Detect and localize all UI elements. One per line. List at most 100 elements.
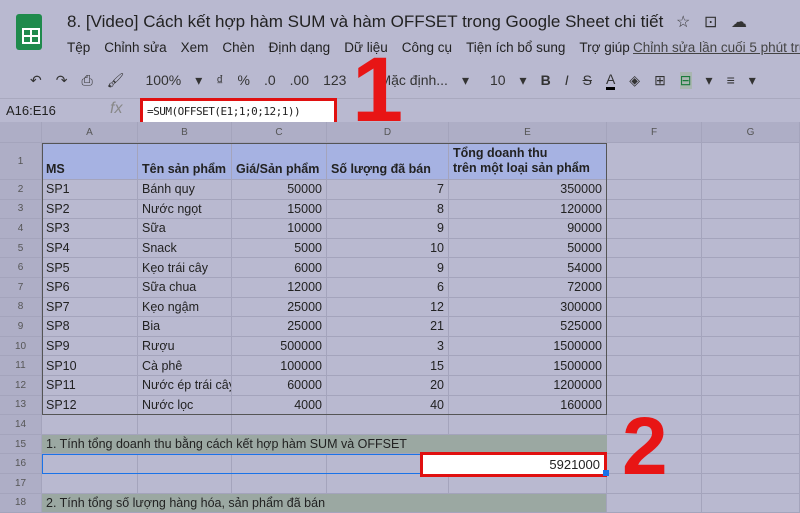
merge-cells-icon[interactable]: ⊟ xyxy=(679,71,692,89)
data-cell[interactable]: 54000 xyxy=(449,258,607,278)
cell[interactable] xyxy=(702,415,800,435)
cell[interactable] xyxy=(702,395,800,416)
result-cell[interactable]: 5921000 xyxy=(420,452,607,477)
cell[interactable] xyxy=(702,278,800,298)
column-header[interactable]: G xyxy=(702,122,800,143)
paint-format-icon[interactable]: 🖌 xyxy=(107,72,125,89)
row-header[interactable]: 10 xyxy=(0,336,42,357)
bold-button[interactable]: B xyxy=(541,72,551,88)
data-cell[interactable]: Kẹo ngậm xyxy=(138,297,232,318)
row-header[interactable]: 5 xyxy=(0,238,42,259)
data-cell[interactable]: SP10 xyxy=(42,356,138,376)
fill-handle[interactable] xyxy=(603,470,609,476)
data-cell[interactable]: 8 xyxy=(327,199,449,220)
decrease-decimal-button[interactable]: .0 xyxy=(264,72,276,88)
cell[interactable] xyxy=(138,474,232,494)
menu-item[interactable]: Định dạng xyxy=(269,40,331,55)
cell[interactable] xyxy=(702,219,800,239)
row-header[interactable]: 7 xyxy=(0,278,42,298)
data-cell[interactable]: 350000 xyxy=(449,180,607,200)
data-cell[interactable]: 12000 xyxy=(232,278,327,298)
sheets-logo[interactable] xyxy=(16,14,42,50)
cell[interactable] xyxy=(607,317,702,337)
data-cell[interactable]: 72000 xyxy=(449,278,607,298)
data-cell[interactable]: SP6 xyxy=(42,278,138,298)
menu-item[interactable]: Tiện ích bổ sung xyxy=(466,40,565,55)
row-header[interactable]: 12 xyxy=(0,376,42,396)
data-cell[interactable]: 6 xyxy=(327,278,449,298)
formula-input[interactable]: =SUM(OFFSET(E1;1;0;12;1)) xyxy=(140,98,337,125)
data-cell[interactable]: 3 xyxy=(327,336,449,357)
increase-decimal-button[interactable]: .00 xyxy=(290,72,309,88)
data-cell[interactable]: Nước ngọt xyxy=(138,199,232,220)
cell[interactable] xyxy=(138,415,232,435)
cell[interactable] xyxy=(607,238,702,259)
data-cell[interactable]: 7 xyxy=(327,180,449,200)
cloud-status-icon[interactable]: ☁ xyxy=(731,12,747,32)
data-cell[interactable]: 9 xyxy=(327,219,449,239)
italic-button[interactable]: I xyxy=(565,72,569,88)
name-box[interactable]: A16:E16 xyxy=(6,103,56,118)
percent-button[interactable]: % xyxy=(237,72,249,88)
header-cell[interactable]: Tổng doanh thu trên một loại sản phẩm xyxy=(449,143,607,180)
data-cell[interactable]: Nước ép trái cây xyxy=(138,376,232,396)
cell[interactable] xyxy=(607,356,702,376)
strikethrough-button[interactable]: S xyxy=(583,72,592,88)
cell[interactable] xyxy=(702,297,800,318)
data-cell[interactable]: 21 xyxy=(327,317,449,337)
column-header[interactable]: E xyxy=(449,122,607,143)
redo-icon[interactable]: ↷ xyxy=(56,72,68,89)
row-header[interactable]: 14 xyxy=(0,415,42,435)
data-cell[interactable]: 10000 xyxy=(232,219,327,239)
cell[interactable] xyxy=(607,199,702,220)
menu-item[interactable]: Trợ giúp xyxy=(579,40,629,55)
data-cell[interactable]: 50000 xyxy=(232,180,327,200)
align-icon[interactable]: ≡ xyxy=(727,72,735,88)
data-cell[interactable]: Cà phê xyxy=(138,356,232,376)
cell[interactable] xyxy=(702,180,800,200)
cell[interactable] xyxy=(702,199,800,220)
row-header[interactable]: 2 xyxy=(0,180,42,200)
spreadsheet-grid[interactable]: A B C D E F G 1 MS Tên sản phẩm Giá/Sản phẩm Số lượ… xyxy=(0,122,800,513)
header-cell[interactable]: Số lượng đã bán xyxy=(327,143,449,180)
data-cell[interactable]: SP9 xyxy=(42,336,138,357)
data-cell[interactable]: Sữa xyxy=(138,219,232,239)
row-header[interactable]: 11 xyxy=(0,356,42,376)
data-cell[interactable]: 500000 xyxy=(232,336,327,357)
format-select[interactable]: 123 xyxy=(323,72,346,88)
data-cell[interactable]: 1200000 xyxy=(449,376,607,396)
column-header[interactable]: A xyxy=(42,122,138,143)
data-cell[interactable]: 1500000 xyxy=(449,336,607,357)
data-cell[interactable]: SP7 xyxy=(42,297,138,318)
row-header[interactable]: 6 xyxy=(0,258,42,278)
cell[interactable] xyxy=(232,454,327,474)
data-cell[interactable]: Bánh quy xyxy=(138,180,232,200)
cell[interactable] xyxy=(42,454,138,474)
star-icon[interactable]: ☆ xyxy=(676,12,690,32)
data-cell[interactable]: 20 xyxy=(327,376,449,396)
data-cell[interactable]: 60000 xyxy=(232,376,327,396)
chevron-down-icon[interactable]: ▾ xyxy=(520,72,527,89)
row-header[interactable]: 3 xyxy=(0,199,42,220)
data-cell[interactable]: Rượu xyxy=(138,336,232,357)
data-cell[interactable]: Kẹo trái cây xyxy=(138,258,232,278)
cell[interactable] xyxy=(702,356,800,376)
chevron-down-icon[interactable]: ▾ xyxy=(195,72,202,89)
cell[interactable] xyxy=(702,434,800,455)
data-cell[interactable]: 50000 xyxy=(449,238,607,259)
chevron-down-icon[interactable]: ▾ xyxy=(749,72,756,89)
data-cell[interactable]: SP8 xyxy=(42,317,138,337)
data-cell[interactable]: 9 xyxy=(327,258,449,278)
data-cell[interactable]: 15 xyxy=(327,356,449,376)
cell[interactable] xyxy=(42,415,138,435)
column-header[interactable]: C xyxy=(232,122,327,143)
undo-icon[interactable]: ↶ xyxy=(30,72,42,89)
cell[interactable] xyxy=(607,493,702,513)
data-cell[interactable]: Snack xyxy=(138,238,232,259)
font-size-select[interactable]: 10 xyxy=(490,72,506,88)
header-cell[interactable]: Giá/Sản phẩm xyxy=(232,143,327,180)
chevron-down-icon[interactable]: ▾ xyxy=(706,72,713,89)
cell[interactable] xyxy=(138,454,232,474)
data-cell[interactable]: SP1 xyxy=(42,180,138,200)
cell[interactable] xyxy=(607,376,702,396)
